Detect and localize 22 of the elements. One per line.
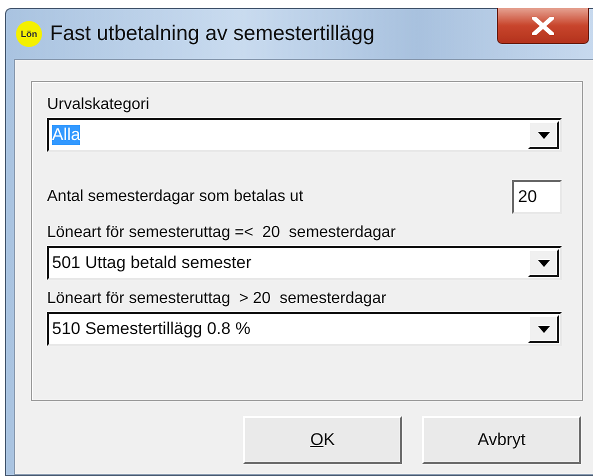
dropdown-button[interactable] (528, 315, 559, 343)
dropdown-button[interactable] (528, 121, 559, 149)
field-label: Urvalskategori (47, 96, 150, 114)
field-label: Löneart för semesteruttag > 20 semesterdagar (47, 290, 388, 308)
dropdown-field[interactable]: 501 Uttag betald semester (47, 246, 562, 280)
dropdown-value: 510 Semestertillägg 0.8 % (52, 319, 250, 339)
close-icon (532, 16, 554, 34)
number-field[interactable]: 20 (512, 180, 562, 214)
dropdown-field[interactable]: 510 Semestertillägg 0.8 % (47, 312, 562, 346)
close-button[interactable] (497, 8, 589, 44)
window-title: Fast utbetalning av semestertillägg (50, 22, 375, 46)
field-label: Antal semesterdagar som betalas ut (47, 188, 304, 206)
caret-icon (538, 260, 550, 266)
dialog-button[interactable]: OK (243, 416, 402, 464)
caret-icon (538, 132, 550, 138)
dialog-button[interactable]: Avbryt (422, 416, 581, 464)
dropdown-value: 501 Uttag betald semester (52, 253, 252, 273)
dropdown-value: Alla (52, 125, 80, 145)
caret-icon (538, 326, 550, 332)
app-logo: Lön (16, 21, 42, 47)
dropdown-button[interactable] (528, 249, 559, 277)
field-label: Löneart för semesteruttag =< 20 semesterdagar (47, 224, 397, 242)
